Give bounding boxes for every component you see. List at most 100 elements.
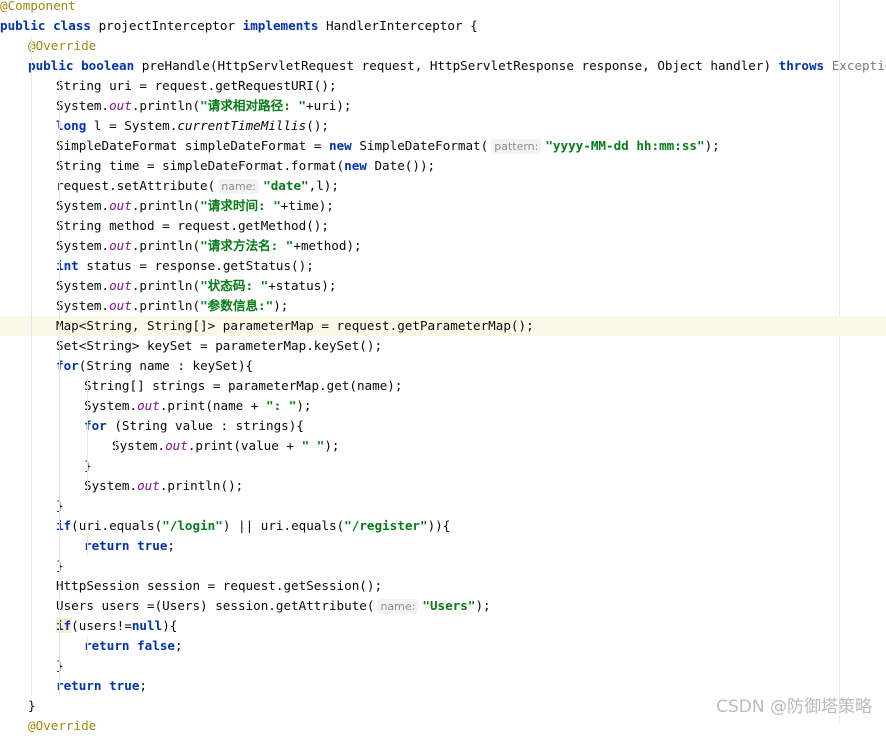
code-token: public class	[0, 18, 99, 33]
code-line[interactable]: @Override	[0, 716, 886, 736]
code-line-text: request.setAttribute(name: "date",l);	[56, 176, 339, 196]
code-line[interactable]: }	[0, 456, 886, 476]
code-line[interactable]: if(users!=null){	[0, 616, 886, 636]
code-line[interactable]: System.out.print(name + ": ");	[0, 396, 886, 416]
code-token: .println(	[131, 278, 201, 293]
code-line-text: System.out.println("参数信息:");	[56, 296, 288, 316]
code-line[interactable]: if(uri.equals("/login") || uri.equals("/…	[0, 516, 886, 536]
code-token: "/login"	[162, 518, 223, 533]
code-line[interactable]: @Component	[0, 0, 886, 16]
code-token: .print(name +	[159, 398, 266, 413]
code-line[interactable]: public boolean preHandle(HttpServletRequ…	[0, 56, 886, 76]
code-token: for	[84, 418, 115, 433]
code-token: ) || uri.equals(	[222, 518, 345, 533]
code-token: );	[296, 398, 312, 413]
code-line-text: for (String value : strings){	[84, 416, 304, 436]
code-line[interactable]: @Override	[0, 36, 886, 56]
code-token: String uri = request.getRequestURI();	[56, 78, 337, 93]
code-line-text: @Component	[0, 0, 76, 16]
indent-guide	[115, 436, 116, 456]
code-line[interactable]: HttpSession session = request.getSession…	[0, 576, 886, 596]
code-token: implements	[242, 18, 327, 33]
code-token: "/register"	[344, 518, 428, 533]
code-line-text: for(String name : keySet){	[56, 356, 253, 376]
code-line[interactable]: String[] strings = parameterMap.get(name…	[0, 376, 886, 396]
code-line[interactable]: int status = response.getStatus();	[0, 256, 886, 276]
code-line[interactable]: return true;	[0, 536, 886, 556]
code-token: +status);	[268, 278, 337, 293]
code-token: SimpleDateFormat simpleDateFormat =	[56, 138, 329, 153]
code-editor[interactable]: @Component public class projectIntercepto…	[0, 0, 886, 733]
code-token: ;	[139, 678, 147, 693]
code-line[interactable]: for(String name : keySet){	[0, 356, 886, 376]
code-line[interactable]: String method = request.getMethod();	[0, 216, 886, 236]
code-token: String time = simpleDateFormat.format(	[56, 158, 345, 173]
code-token: HandlerInterceptor {	[326, 18, 478, 33]
code-token: " "	[301, 438, 325, 453]
code-token: HttpSession session = request.getSession…	[56, 578, 383, 593]
code-token: ;	[167, 538, 175, 553]
code-line[interactable]: Set<String> keySet = parameterMap.keySet…	[0, 336, 886, 356]
code-token: "参数信息:"	[200, 298, 274, 313]
code-token: System.	[56, 298, 110, 313]
code-line[interactable]: }	[0, 496, 886, 516]
code-line-text: System.out.print(name + ": ");	[84, 396, 312, 416]
code-token: .println(	[131, 198, 201, 213]
code-line[interactable]: for (String value : strings){	[0, 416, 886, 436]
code-line-text: System.out.println("请求时间: "+time);	[56, 196, 334, 216]
code-line[interactable]: System.out.println("请求方法名: "+method);	[0, 236, 886, 256]
code-line-text: System.out.println("请求方法名: "+method);	[56, 236, 362, 256]
code-token: (String value : strings){	[114, 418, 304, 433]
code-line-text: System.out.println("状态码: "+status);	[56, 276, 336, 296]
code-line-text: if(uri.equals("/login") || uri.equals("/…	[56, 516, 450, 536]
code-line-text: String[] strings = parameterMap.get(name…	[84, 376, 402, 396]
code-line[interactable]: request.setAttribute(name: "date",l);	[0, 176, 886, 196]
code-token: return true	[56, 678, 140, 693]
code-token: (String name : keySet){	[78, 358, 254, 373]
code-token: System.	[84, 478, 138, 493]
code-line[interactable]: SimpleDateFormat simpleDateFormat = new …	[0, 136, 886, 156]
code-line-text: String uri = request.getRequestURI();	[56, 76, 337, 96]
code-line-text: return false;	[84, 636, 183, 656]
code-line[interactable]: System.out.println("状态码: "+status);	[0, 276, 886, 296]
code-token: )){	[427, 518, 451, 533]
code-token: @Component	[0, 0, 76, 13]
code-line[interactable]: }	[0, 556, 886, 576]
code-token: System.	[56, 98, 110, 113]
code-line[interactable]: System.out.println("参数信息:");	[0, 296, 886, 316]
code-line[interactable]: Users users =(Users) session.getAttribut…	[0, 596, 886, 616]
code-token: +uri);	[305, 98, 352, 113]
code-line[interactable]: }	[0, 656, 886, 676]
code-token: Map<String, String[]> parameterMap = req…	[56, 318, 534, 333]
code-line-text: String method = request.getMethod();	[56, 216, 329, 236]
code-line[interactable]: String time = simpleDateFormat.format(ne…	[0, 156, 886, 176]
code-line[interactable]: System.out.println();	[0, 476, 886, 496]
code-token: public boolean	[28, 58, 142, 73]
code-token: System.	[56, 198, 110, 213]
code-line[interactable]: Map<String, String[]> parameterMap = req…	[0, 316, 886, 336]
code-token: int	[56, 258, 87, 273]
code-line[interactable]: return false;	[0, 636, 886, 656]
code-token: System.	[84, 398, 138, 413]
code-line[interactable]: long l = System.currentTimeMillis();	[0, 116, 886, 136]
code-token: ;	[175, 638, 183, 653]
code-token: );	[704, 138, 720, 153]
code-line-text: HttpSession session = request.getSession…	[56, 576, 382, 596]
code-line-text: public class projectInterceptor implemen…	[0, 16, 478, 36]
code-line[interactable]: String uri = request.getRequestURI();	[0, 76, 886, 96]
code-token: out	[137, 398, 160, 413]
code-line[interactable]: System.out.print(value + " ");	[0, 436, 886, 456]
code-line[interactable]: System.out.println("请求相对路径: "+uri);	[0, 96, 886, 116]
code-line[interactable]: public class projectInterceptor implemen…	[0, 16, 886, 36]
code-line-text: @Override	[28, 36, 96, 56]
csdn-watermark: CSDN @防御塔策略	[716, 697, 872, 717]
code-token: new	[328, 138, 360, 153]
code-token: );	[273, 298, 289, 313]
code-line-text: @Override	[28, 716, 96, 736]
code-token: System.	[112, 438, 166, 453]
code-token: @Override	[28, 38, 97, 53]
code-line[interactable]: System.out.println("请求时间: "+time);	[0, 196, 886, 216]
code-token: "状态码: "	[200, 278, 269, 293]
code-token: return true	[84, 538, 168, 553]
code-line-text: System.out.print(value + " ");	[112, 436, 339, 456]
